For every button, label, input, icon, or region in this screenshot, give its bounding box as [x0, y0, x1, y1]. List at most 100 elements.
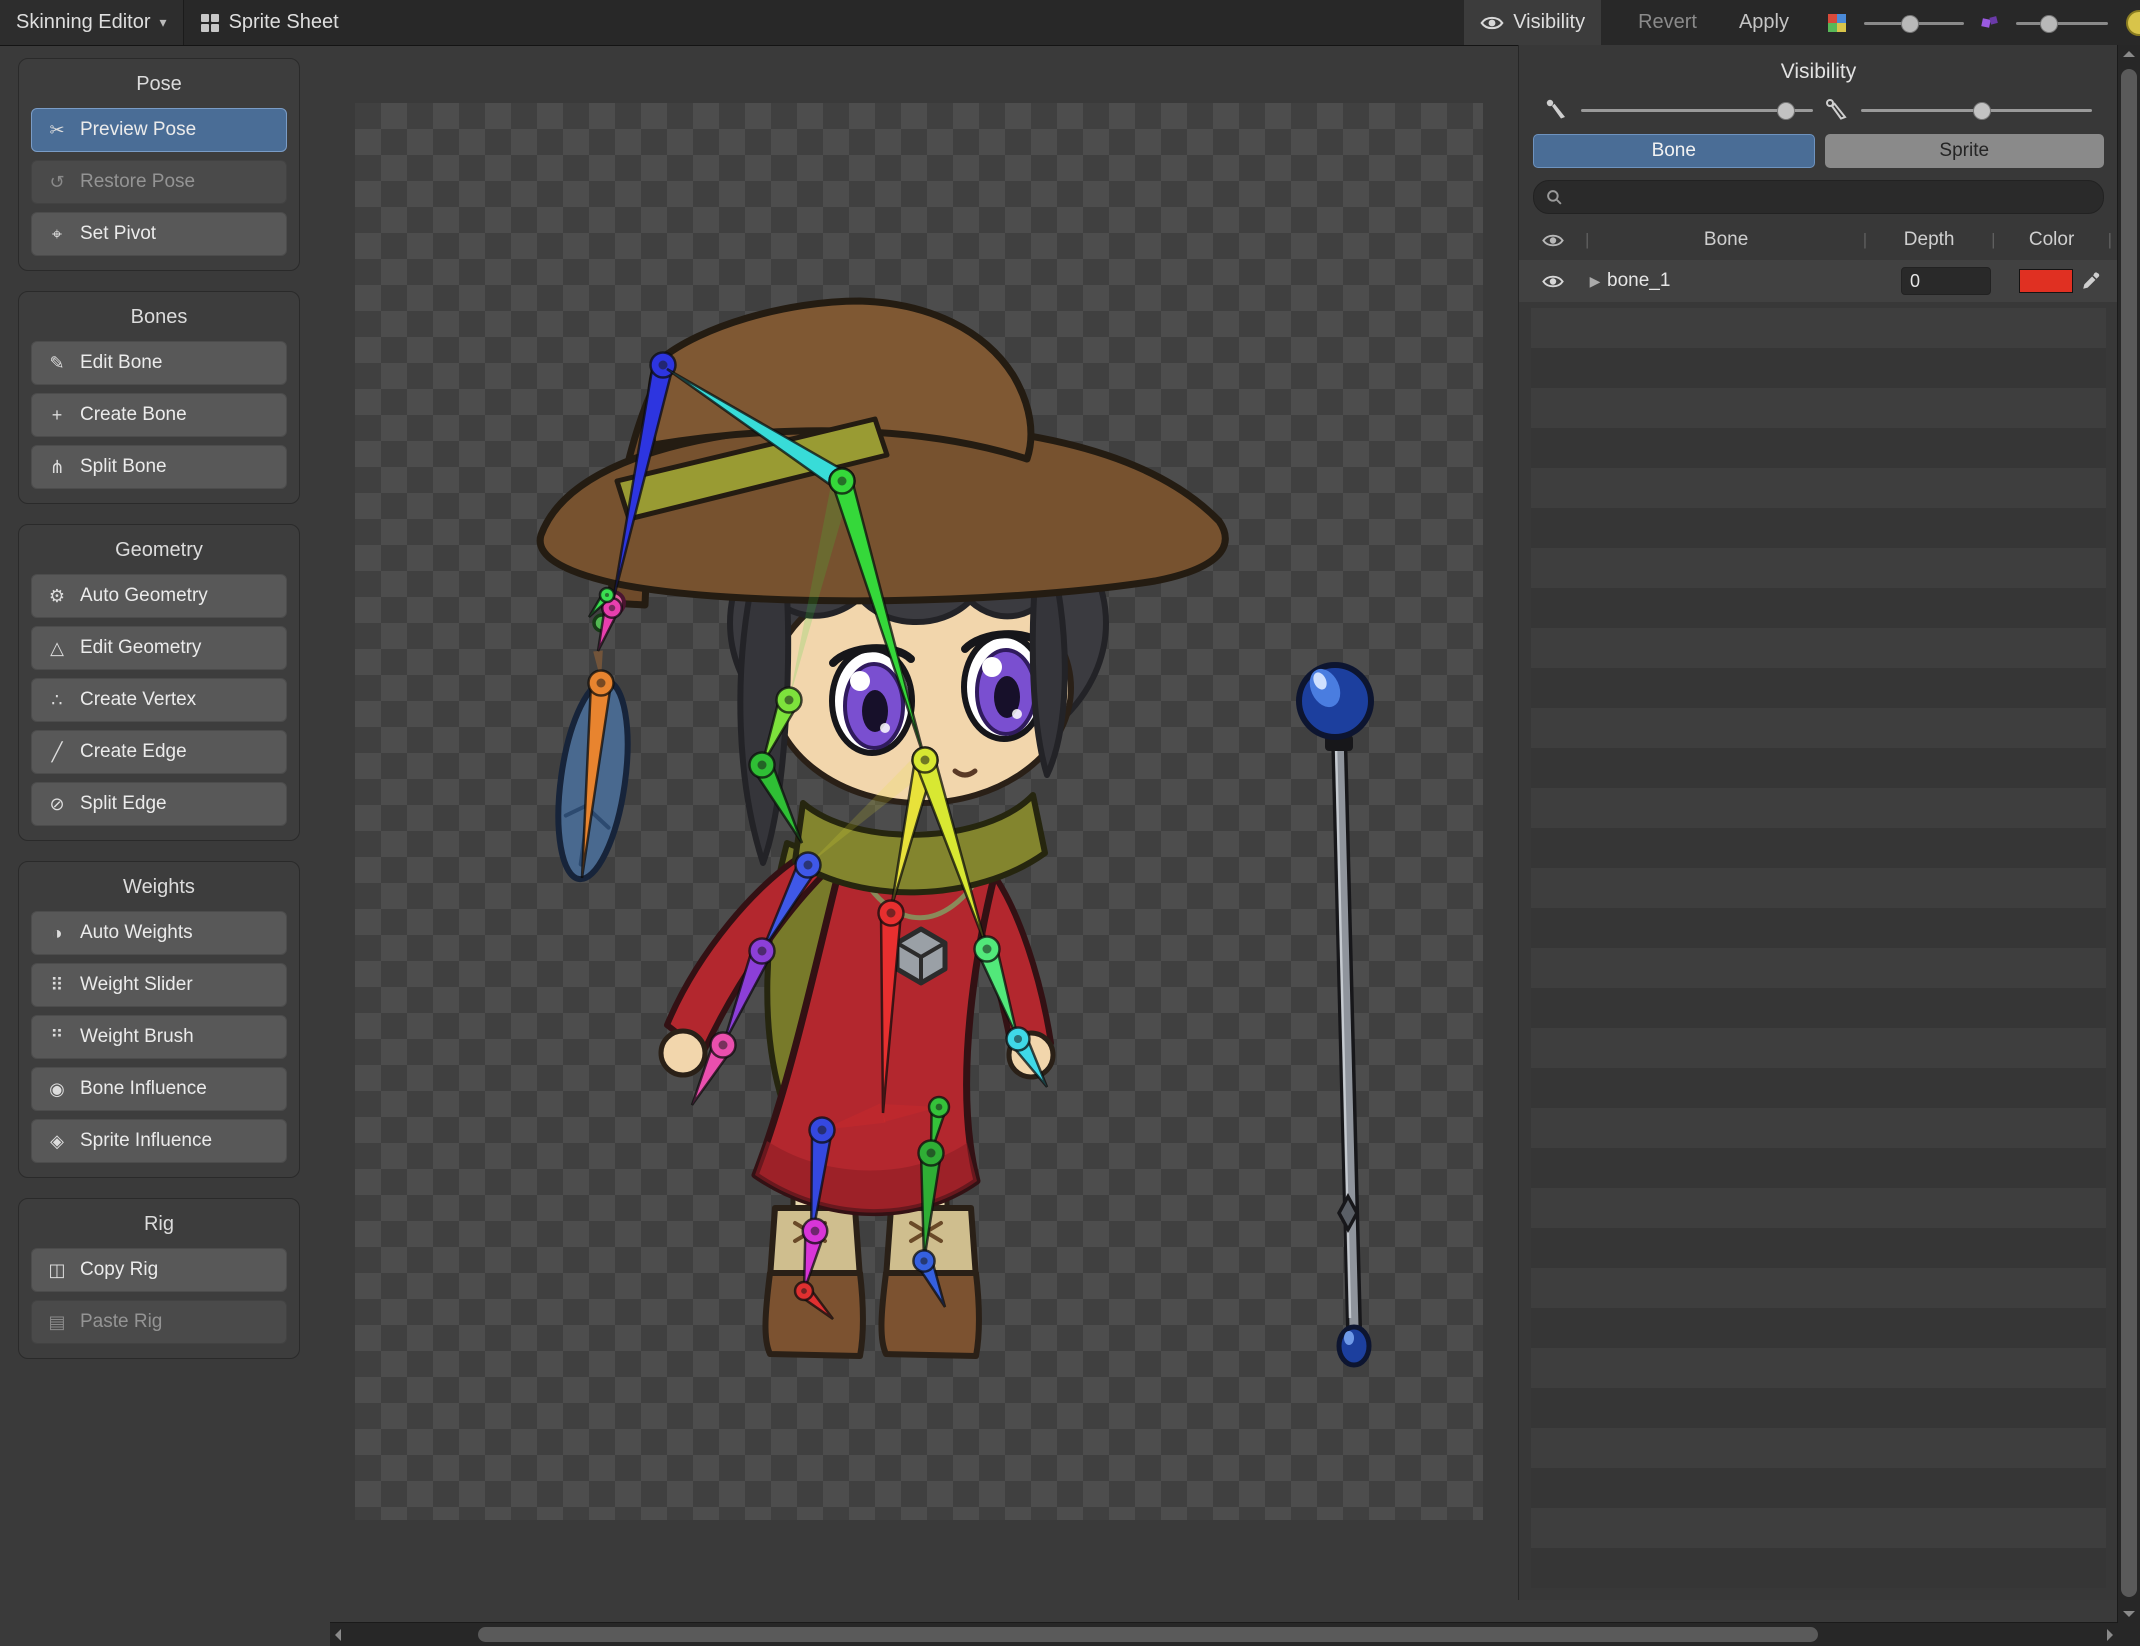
slider-thumb[interactable]: [1776, 102, 1795, 120]
bone-influence-icon: ◉: [49, 1078, 65, 1099]
scroll-right-arrow[interactable]: [2107, 1629, 2113, 1641]
paste-rig-icon: ▤: [48, 1311, 66, 1332]
vertical-scroll-thumb[interactable]: [2121, 69, 2137, 1597]
depth-input[interactable]: [1901, 267, 1991, 295]
toolbar: Skinning Editor ▾ Sprite Sheet Visibilit…: [0, 0, 2140, 46]
bone-overlay[interactable]: [355, 103, 1483, 1520]
bone-name: bone_1: [1607, 270, 1671, 291]
weights-group: Weights ◑ Auto Weights ⠿ Weight Slider ⠛…: [18, 861, 300, 1178]
copy-rig-button[interactable]: ◫ Copy Rig: [31, 1248, 287, 1292]
sprite-sheet-label: Sprite Sheet: [228, 11, 339, 33]
auto-weights-icon: ◑: [51, 922, 63, 943]
group-title: Bones: [130, 306, 188, 328]
tab-sprite[interactable]: Sprite: [1824, 134, 2104, 168]
tool-panel: Pose ✂ Preview Pose ↺ Restore Pose ⌖ Set…: [18, 58, 300, 1359]
apply-button[interactable]: Apply: [1723, 0, 1805, 45]
menu-label: Skinning Editor: [16, 11, 151, 33]
skinning-editor-menu[interactable]: Skinning Editor ▾: [0, 0, 184, 45]
auto-geometry-icon: ⚙: [48, 585, 66, 606]
create-bone-icon: +: [51, 404, 63, 425]
auto-geometry-button[interactable]: ⚙ Auto Geometry: [31, 574, 287, 618]
split-bone-icon: ⋔: [49, 456, 65, 477]
bone-visibility-eye-icon[interactable]: [1523, 274, 1583, 289]
create-edge-button[interactable]: ╱ Create Edge: [31, 730, 287, 774]
sprite-canvas[interactable]: [355, 103, 1483, 1520]
set-pivot-button[interactable]: ⌖ Set Pivot: [31, 212, 287, 256]
group-title: Rig: [143, 1213, 174, 1235]
search-input[interactable]: [1571, 185, 2091, 209]
paste-rig-button[interactable]: ▤ Paste Rig: [31, 1300, 287, 1344]
rig-group: Rig ◫ Copy Rig ▤ Paste Rig: [18, 1198, 300, 1359]
edit-bone-icon: ✎: [49, 352, 65, 373]
chevron-down-icon: ▾: [159, 14, 167, 30]
search-icon: [1546, 189, 1563, 206]
clipped-toolbar-icon: [2126, 9, 2140, 36]
scroll-down-arrow[interactable]: [2123, 1611, 2135, 1617]
preview-pose-button[interactable]: ✂ Preview Pose: [31, 108, 287, 152]
horizontal-scroll-thumb[interactable]: [478, 1627, 1818, 1642]
create-edge-icon: ╱: [51, 741, 63, 762]
bone-list-empty-rows: [1531, 308, 2106, 1588]
create-bone-button[interactable]: + Create Bone: [31, 393, 287, 437]
split-edge-icon: ⊘: [49, 793, 65, 814]
auto-weights-button[interactable]: ◑ Auto Weights: [31, 911, 287, 955]
bone-row[interactable]: ▶ bone_1: [1519, 260, 2118, 302]
panel-title: Visibility: [1780, 60, 1857, 83]
geometry-group: Geometry ⚙ Auto Geometry △ Edit Geometry…: [18, 524, 300, 841]
weight-slider-icon: ⠿: [50, 974, 64, 995]
eye-column-icon: [1523, 233, 1583, 248]
create-vertex-button[interactable]: ∴ Create Vertex: [31, 678, 287, 722]
weight-brush-button[interactable]: ⠛ Weight Brush: [31, 1015, 287, 1059]
sprite-influence-button[interactable]: ◈ Sprite Influence: [31, 1119, 287, 1163]
group-title: Geometry: [115, 539, 203, 561]
skinning-editor-window: Skinning Editor ▾ Sprite Sheet Visibilit…: [0, 0, 2140, 1646]
bone-gizmo-size-slider[interactable]: [1864, 13, 1964, 33]
visibility-label: Visibility: [1513, 11, 1586, 33]
horizontal-scrollbar[interactable]: [330, 1622, 2118, 1646]
visibility-panel: Visibility Bone Sprite | Bone | Depth | …: [1518, 45, 2118, 1600]
scrollbar-corner: [2118, 1623, 2140, 1646]
preview-pose-icon: ✂: [49, 119, 65, 140]
bone-influence-button[interactable]: ◉ Bone Influence: [31, 1067, 287, 1111]
edit-geometry-icon: △: [50, 637, 64, 658]
sprite-opacity-slider[interactable]: [1860, 100, 2092, 120]
visibility-tabs: Bone Sprite: [1519, 124, 2118, 168]
restore-pose-button[interactable]: ↺ Restore Pose: [31, 160, 287, 204]
sprite-influence-icon: ◈: [50, 1130, 64, 1151]
bone-table-header: | Bone | Depth | Color |: [1519, 220, 2118, 260]
weight-slider-button[interactable]: ⠿ Weight Slider: [31, 963, 287, 1007]
mesh-color-icon[interactable]: [1980, 13, 2000, 33]
bone-color-swatch[interactable]: [2019, 269, 2073, 293]
column-depth: Depth: [1903, 229, 1955, 250]
vertical-scrollbar[interactable]: [2117, 45, 2140, 1623]
mesh-opacity-slider[interactable]: [2016, 13, 2108, 33]
search-box[interactable]: [1533, 180, 2104, 214]
split-edge-button[interactable]: ⊘ Split Edge: [31, 782, 287, 826]
weight-brush-icon: ⠛: [50, 1026, 64, 1047]
slider-thumb[interactable]: [2040, 14, 2059, 33]
edit-geometry-button[interactable]: △ Edit Geometry: [31, 626, 287, 670]
bone-opacity-icon: [1545, 98, 1569, 122]
visibility-toggle[interactable]: Visibility: [1464, 0, 1602, 45]
tab-bone[interactable]: Bone: [1533, 134, 1815, 168]
edit-bone-button[interactable]: ✎ Edit Bone: [31, 341, 287, 385]
opacity-sliders: [1519, 92, 2118, 124]
slider-thumb[interactable]: [1972, 102, 1991, 120]
create-vertex-icon: ∴: [51, 689, 63, 710]
slider-thumb[interactable]: [1901, 14, 1919, 33]
sprite-sheet-icon: [200, 13, 220, 33]
revert-button[interactable]: Revert: [1622, 0, 1713, 45]
scroll-left-arrow[interactable]: [335, 1629, 341, 1641]
bone-opacity-slider[interactable]: [1581, 100, 1813, 120]
sprite-opacity-icon: [1825, 98, 1849, 122]
split-bone-button[interactable]: ⋔ Split Bone: [31, 445, 287, 489]
set-pivot-icon: ⌖: [51, 223, 63, 244]
sprite-sheet-button[interactable]: Sprite Sheet: [184, 0, 355, 45]
eyedropper-icon[interactable]: [2081, 271, 2101, 291]
disclosure-triangle-icon[interactable]: ▶: [1583, 273, 1607, 290]
color-grid-icon[interactable]: [1826, 12, 1848, 34]
scroll-up-arrow[interactable]: [2123, 51, 2135, 57]
copy-rig-icon: ◫: [48, 1259, 66, 1280]
pose-group: Pose ✂ Preview Pose ↺ Restore Pose ⌖ Set…: [18, 58, 300, 271]
bones-group: Bones ✎ Edit Bone + Create Bone ⋔ Split …: [18, 291, 300, 504]
